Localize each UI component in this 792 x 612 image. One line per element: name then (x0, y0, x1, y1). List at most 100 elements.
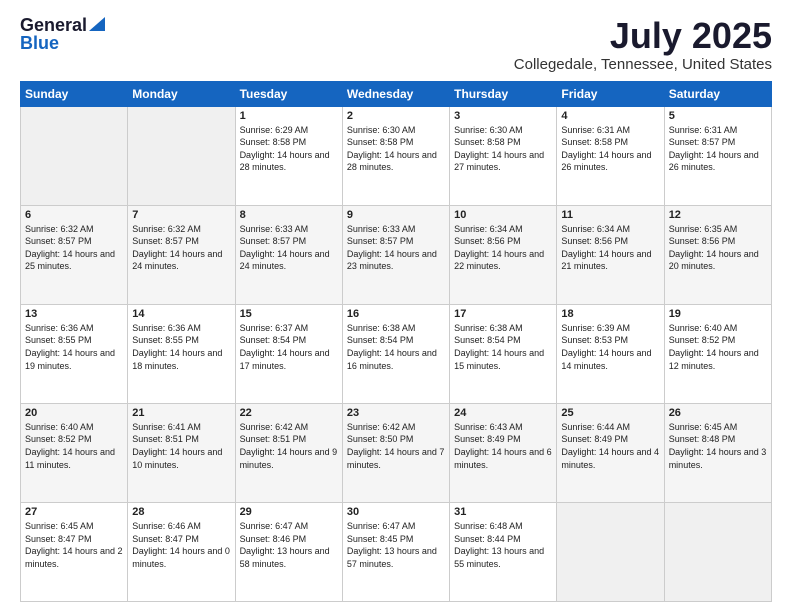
table-row: 31 Sunrise: 6:48 AMSunset: 8:44 PMDayligh… (450, 502, 557, 601)
day-info: Sunrise: 6:42 AMSunset: 8:51 PMDaylight:… (240, 421, 338, 471)
day-info: Sunrise: 6:39 AMSunset: 8:53 PMDaylight:… (561, 322, 659, 372)
day-number: 26 (669, 407, 767, 419)
day-info: Sunrise: 6:37 AMSunset: 8:54 PMDaylight:… (240, 322, 338, 372)
table-row: 6 Sunrise: 6:32 AMSunset: 8:57 PMDaylight… (21, 205, 128, 304)
day-info: Sunrise: 6:35 AMSunset: 8:56 PMDaylight:… (669, 223, 767, 273)
day-info: Sunrise: 6:45 AMSunset: 8:48 PMDaylight:… (669, 421, 767, 471)
day-number: 28 (132, 506, 230, 518)
table-row: 15 Sunrise: 6:37 AMSunset: 8:54 PMDayligh… (235, 304, 342, 403)
day-number: 24 (454, 407, 552, 419)
table-row: 22 Sunrise: 6:42 AMSunset: 8:51 PMDayligh… (235, 403, 342, 502)
day-number: 13 (25, 308, 123, 320)
day-info: Sunrise: 6:33 AMSunset: 8:57 PMDaylight:… (240, 223, 338, 273)
table-row: 18 Sunrise: 6:39 AMSunset: 8:53 PMDayligh… (557, 304, 664, 403)
day-number: 3 (454, 110, 552, 122)
day-number: 16 (347, 308, 445, 320)
table-row (21, 106, 128, 205)
col-saturday: Saturday (664, 81, 771, 106)
table-row: 4 Sunrise: 6:31 AMSunset: 8:58 PMDaylight… (557, 106, 664, 205)
day-number: 30 (347, 506, 445, 518)
table-row: 17 Sunrise: 6:38 AMSunset: 8:54 PMDayligh… (450, 304, 557, 403)
col-friday: Friday (557, 81, 664, 106)
calendar-title: July 2025 (514, 16, 772, 56)
day-info: Sunrise: 6:38 AMSunset: 8:54 PMDaylight:… (454, 322, 552, 372)
day-info: Sunrise: 6:46 AMSunset: 8:47 PMDaylight:… (132, 520, 230, 570)
table-row (664, 502, 771, 601)
table-row: 23 Sunrise: 6:42 AMSunset: 8:50 PMDayligh… (342, 403, 449, 502)
day-number: 23 (347, 407, 445, 419)
col-tuesday: Tuesday (235, 81, 342, 106)
day-info: Sunrise: 6:38 AMSunset: 8:54 PMDaylight:… (347, 322, 445, 372)
table-row: 10 Sunrise: 6:34 AMSunset: 8:56 PMDayligh… (450, 205, 557, 304)
day-number: 19 (669, 308, 767, 320)
table-row: 28 Sunrise: 6:46 AMSunset: 8:47 PMDayligh… (128, 502, 235, 601)
table-row: 5 Sunrise: 6:31 AMSunset: 8:57 PMDaylight… (664, 106, 771, 205)
table-row: 14 Sunrise: 6:36 AMSunset: 8:55 PMDayligh… (128, 304, 235, 403)
logo-blue: Blue (20, 33, 59, 53)
day-info: Sunrise: 6:31 AMSunset: 8:57 PMDaylight:… (669, 124, 767, 174)
calendar-subtitle: Collegedale, Tennessee, United States (514, 56, 772, 73)
day-info: Sunrise: 6:42 AMSunset: 8:50 PMDaylight:… (347, 421, 445, 471)
day-number: 2 (347, 110, 445, 122)
day-number: 4 (561, 110, 659, 122)
col-sunday: Sunday (21, 81, 128, 106)
day-info: Sunrise: 6:45 AMSunset: 8:47 PMDaylight:… (25, 520, 123, 570)
day-number: 12 (669, 209, 767, 221)
table-row (128, 106, 235, 205)
day-number: 18 (561, 308, 659, 320)
day-number: 27 (25, 506, 123, 518)
day-info: Sunrise: 6:36 AMSunset: 8:55 PMDaylight:… (25, 322, 123, 372)
logo-icon (89, 17, 105, 31)
table-row: 11Sunrise: 6:34 AMSunset: 8:56 PMDayligh… (557, 205, 664, 304)
day-info: Sunrise: 6:40 AMSunset: 8:52 PMDaylight:… (25, 421, 123, 471)
day-info: Sunrise: 6:43 AMSunset: 8:49 PMDaylight:… (454, 421, 552, 471)
table-row: 29Sunrise: 6:47 AMSunset: 8:46 PMDayligh… (235, 502, 342, 601)
day-number: 10 (454, 209, 552, 221)
day-number: 22 (240, 407, 338, 419)
day-number: 7 (132, 209, 230, 221)
day-info: Sunrise: 6:44 AMSunset: 8:49 PMDaylight:… (561, 421, 659, 471)
title-section: July 2025 Collegedale, Tennessee, United… (514, 16, 772, 73)
day-number: 31 (454, 506, 552, 518)
day-info: Sunrise: 6:31 AMSunset: 8:58 PMDaylight:… (561, 124, 659, 174)
day-info: Sunrise: 6:34 AMSunset: 8:56 PMDaylight:… (454, 223, 552, 273)
table-row: 20 Sunrise: 6:40 AMSunset: 8:52 PMDayligh… (21, 403, 128, 502)
day-info: Sunrise: 6:36 AMSunset: 8:55 PMDaylight:… (132, 322, 230, 372)
day-info: Sunrise: 6:32 AMSunset: 8:57 PMDaylight:… (132, 223, 230, 273)
table-row: 26 Sunrise: 6:45 AMSunset: 8:48 PMDayligh… (664, 403, 771, 502)
day-info: Sunrise: 6:40 AMSunset: 8:52 PMDaylight:… (669, 322, 767, 372)
table-row (557, 502, 664, 601)
col-monday: Monday (128, 81, 235, 106)
table-row: 2Sunrise: 6:30 AMSunset: 8:58 PMDaylight… (342, 106, 449, 205)
day-info: Sunrise: 6:48 AMSunset: 8:44 PMDaylight:… (454, 520, 552, 570)
table-row: 16 Sunrise: 6:38 AMSunset: 8:54 PMDayligh… (342, 304, 449, 403)
calendar-header-row: Sunday Monday Tuesday Wednesday Thursday… (21, 81, 772, 106)
day-number: 14 (132, 308, 230, 320)
day-number: 6 (25, 209, 123, 221)
col-wednesday: Wednesday (342, 81, 449, 106)
table-row: 21 Sunrise: 6:41 AMSunset: 8:51 PMDayligh… (128, 403, 235, 502)
day-info: Sunrise: 6:41 AMSunset: 8:51 PMDaylight:… (132, 421, 230, 471)
day-number: 8 (240, 209, 338, 221)
table-row: 25Sunrise: 6:44 AMSunset: 8:49 PMDayligh… (557, 403, 664, 502)
day-number: 15 (240, 308, 338, 320)
day-number: 21 (132, 407, 230, 419)
day-info: Sunrise: 6:29 AMSunset: 8:58 PMDaylight:… (240, 124, 338, 174)
table-row: 24 Sunrise: 6:43 AMSunset: 8:49 PMDayligh… (450, 403, 557, 502)
day-info: Sunrise: 6:32 AMSunset: 8:57 PMDaylight:… (25, 223, 123, 273)
day-info: Sunrise: 6:30 AMSunset: 8:58 PMDaylight:… (454, 124, 552, 174)
day-number: 9 (347, 209, 445, 221)
day-number: 29 (240, 506, 338, 518)
header: General Blue July 2025 Collegedale, Tenn… (20, 16, 772, 73)
table-row: 3 Sunrise: 6:30 AMSunset: 8:58 PMDaylight… (450, 106, 557, 205)
logo: General Blue (20, 16, 105, 54)
table-row: 9Sunrise: 6:33 AMSunset: 8:57 PMDaylight… (342, 205, 449, 304)
table-row: 19 Sunrise: 6:40 AMSunset: 8:52 PMDayligh… (664, 304, 771, 403)
table-row: 1Sunrise: 6:29 AMSunset: 8:58 PMDaylight… (235, 106, 342, 205)
col-thursday: Thursday (450, 81, 557, 106)
day-number: 17 (454, 308, 552, 320)
day-number: 11 (561, 209, 659, 221)
day-number: 20 (25, 407, 123, 419)
table-row: 8 Sunrise: 6:33 AMSunset: 8:57 PMDaylight… (235, 205, 342, 304)
day-number: 5 (669, 110, 767, 122)
